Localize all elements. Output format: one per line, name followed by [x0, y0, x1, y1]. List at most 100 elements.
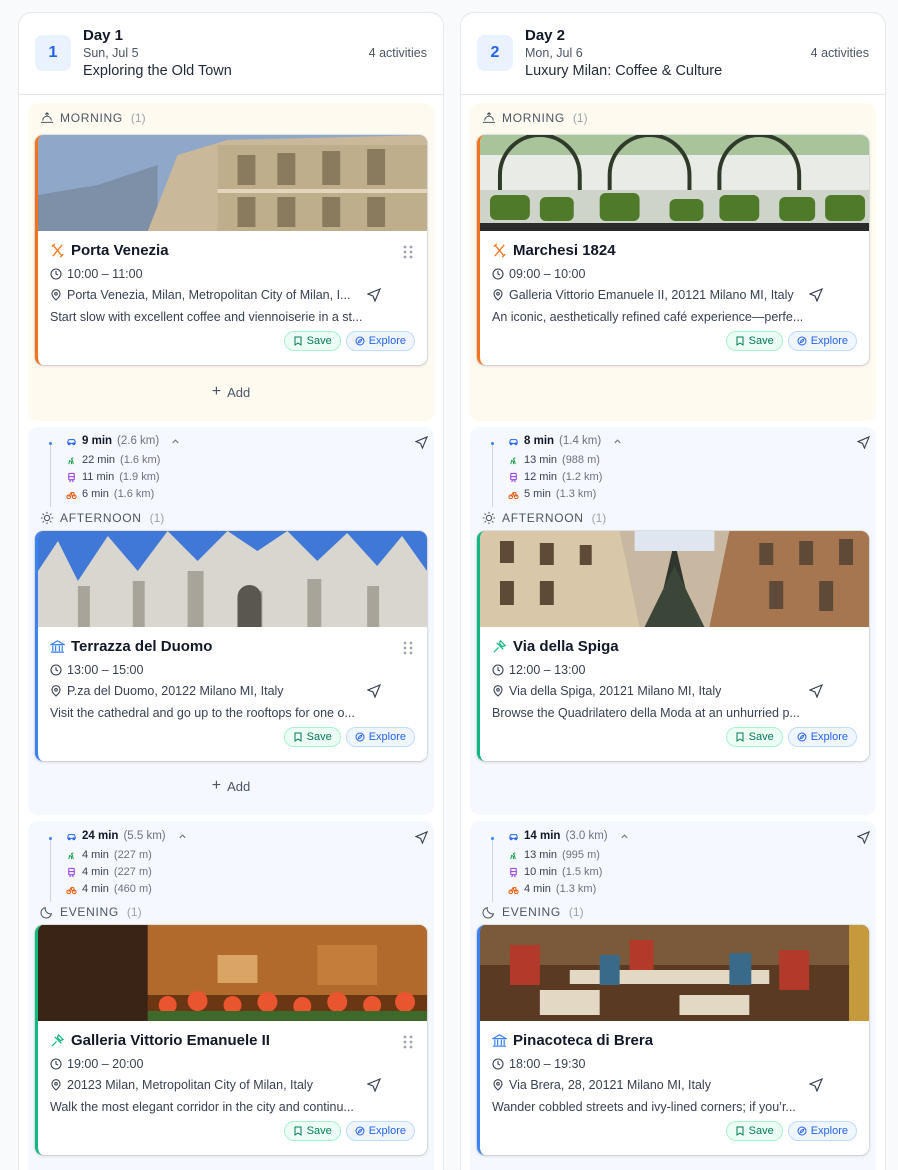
walk-icon [510, 851, 516, 859]
day-column-1: 1 Day 1 Sun, Jul 5 Exploring the Old Tow… [18, 12, 444, 1170]
walk-distance: (227 m) [113, 849, 152, 861]
travel-bike[interactable]: 6 min (1.6 km) [66, 488, 154, 500]
travel-bike[interactable]: 4 min (1.3 km) [508, 883, 596, 895]
travel-drive[interactable]: 14 min (3.0 km) [508, 830, 630, 842]
walk-distance: (995 m) [562, 849, 600, 861]
bike-icon [66, 886, 77, 894]
explore-button[interactable]: Explore [345, 331, 415, 351]
afternoon-label: AFTERNOON (1) [40, 511, 164, 525]
day-date: Mon, Jul 6 [525, 46, 583, 60]
travel-bike[interactable]: 4 min (460 m) [66, 883, 152, 895]
day-header[interactable]: 1 Day 1 Sun, Jul 5 Exploring the Old Tow… [19, 13, 443, 95]
navigate-icon[interactable] [809, 684, 823, 698]
travel-transit[interactable]: 4 min (227 m) [66, 866, 152, 878]
activity-time: 13:00 – 15:00 [50, 663, 143, 677]
slot-count: (1) [591, 511, 607, 525]
sun-icon [482, 511, 496, 525]
save-label: Save [748, 731, 774, 743]
travel-transit[interactable]: 11 min (1.9 km) [66, 471, 160, 483]
time-text: 10:00 – 11:00 [67, 267, 143, 281]
explore-button[interactable]: Explore [345, 727, 415, 747]
add-activity-button[interactable]: + Add [28, 777, 434, 795]
travel-walk[interactable]: 13 min (995 m) [508, 849, 600, 861]
restaurant-icon [493, 243, 506, 258]
slot-name: MORNING [60, 111, 123, 125]
slot-name: EVENING [60, 905, 119, 919]
chevron-up-icon[interactable] [170, 436, 181, 447]
drag-handle-icon[interactable] [403, 1035, 413, 1049]
activity-card[interactable]: Marchesi 1824 09:00 – 10:00 Galleria Vit… [477, 135, 869, 365]
slot-name: AFTERNOON [60, 511, 142, 525]
clock-icon [50, 1058, 62, 1070]
travel-drive[interactable]: 24 min (5.5 km) [66, 830, 188, 842]
chevron-up-icon[interactable] [177, 831, 188, 842]
activity-card[interactable]: Terrazza del Duomo 13:00 – 15:00 P.za de… [35, 531, 427, 761]
drag-handle-icon[interactable] [403, 245, 413, 259]
travel-line [50, 445, 51, 507]
activity-photo [38, 135, 427, 231]
directions-icon[interactable] [857, 436, 870, 449]
save-button[interactable]: Save [725, 331, 783, 351]
travel-walk[interactable]: 22 min (1.6 km) [66, 454, 160, 466]
directions-icon[interactable] [415, 436, 428, 449]
day-header[interactable]: 2 Day 2 Mon, Jul 6 Luxury Milan: Coffee … [461, 13, 885, 95]
save-button[interactable]: Save [725, 1121, 783, 1141]
evening-slot: 24 min (5.5 km) 4 min (227 m) 4 min (227 m)… [28, 821, 434, 1170]
add-activity-button[interactable]: + Add [28, 383, 434, 401]
drive-time: 24 min [82, 830, 119, 842]
location-pin-icon [493, 1079, 503, 1091]
day-date: Sun, Jul 5 [83, 46, 139, 60]
navigate-icon[interactable] [367, 684, 381, 698]
explore-button[interactable]: Explore [345, 1121, 415, 1141]
navigate-icon[interactable] [367, 288, 381, 302]
chevron-up-icon[interactable] [612, 436, 623, 447]
travel-transit[interactable]: 10 min (1.5 km) [508, 866, 602, 878]
evening-label: EVENING (1) [40, 905, 142, 919]
navigate-icon[interactable] [809, 1078, 823, 1092]
save-button[interactable]: Save [283, 727, 341, 747]
travel-bike[interactable]: 5 min (1.3 km) [508, 488, 596, 500]
save-button[interactable]: Save [283, 331, 341, 351]
travel-options: 14 min (3.0 km) 13 min (995 m) 10 min (1.5 … [490, 830, 870, 902]
explore-button[interactable]: Explore [787, 1121, 857, 1141]
activity-title-row: Galleria Vittorio Emanuele II [50, 1032, 270, 1049]
transit-distance: (1.9 km) [119, 471, 160, 483]
directions-icon[interactable] [415, 831, 428, 844]
drive-distance: (5.5 km) [123, 830, 166, 842]
bike-time: 5 min [524, 488, 551, 500]
activity-card[interactable]: Pinacoteca di Brera 18:00 – 19:30 Via Br… [477, 925, 869, 1155]
travel-walk[interactable]: 13 min (988 m) [508, 454, 600, 466]
bookmark-icon [294, 732, 302, 742]
travel-transit[interactable]: 12 min (1.2 km) [508, 471, 602, 483]
afternoon-slot: 8 min (1.4 km) 13 min (988 m) 12 min (1.2 k… [470, 427, 876, 815]
activity-card[interactable]: Galleria Vittorio Emanuele II 19:00 – 20… [35, 925, 427, 1155]
navigate-icon[interactable] [367, 1078, 381, 1092]
activity-card[interactable]: Porta Venezia 10:00 – 11:00 Porta Venezi… [35, 135, 427, 365]
morning-slot: MORNING (1) Porta Venezia 10:00 – 11:00 … [28, 103, 434, 421]
activity-title-row: Pinacoteca di Brera [492, 1032, 653, 1049]
directions-icon[interactable] [857, 831, 870, 844]
explore-button[interactable]: Explore [787, 727, 857, 747]
chevron-up-icon[interactable] [619, 831, 630, 842]
explore-label: Explore [810, 1125, 848, 1137]
slot-count: (1) [126, 905, 142, 919]
address-text: Via Brera, 28, 20121 Milano MI, Italy [509, 1078, 711, 1092]
explore-button[interactable]: Explore [787, 331, 857, 351]
navigate-icon[interactable] [809, 288, 823, 302]
bookmark-icon [736, 1126, 744, 1136]
travel-drive[interactable]: 8 min (1.4 km) [508, 435, 623, 447]
location-pin-icon [51, 1079, 61, 1091]
bookmark-icon [294, 336, 302, 346]
location-pin-icon [493, 685, 503, 697]
activity-card[interactable]: Via della Spiga 12:00 – 13:00 Via della … [477, 531, 869, 761]
save-button[interactable]: Save [283, 1121, 341, 1141]
save-label: Save [748, 1125, 774, 1137]
save-button[interactable]: Save [725, 727, 783, 747]
activity-photo [38, 531, 427, 627]
activity-name: Via della Spiga [513, 638, 619, 655]
drag-handle-icon[interactable] [403, 641, 413, 655]
travel-drive[interactable]: 9 min (2.6 km) [66, 435, 181, 447]
activity-description: Visit the cathedral and go up to the roo… [50, 706, 355, 720]
travel-walk[interactable]: 4 min (227 m) [66, 849, 152, 861]
activity-title-row: Marchesi 1824 [492, 242, 616, 259]
